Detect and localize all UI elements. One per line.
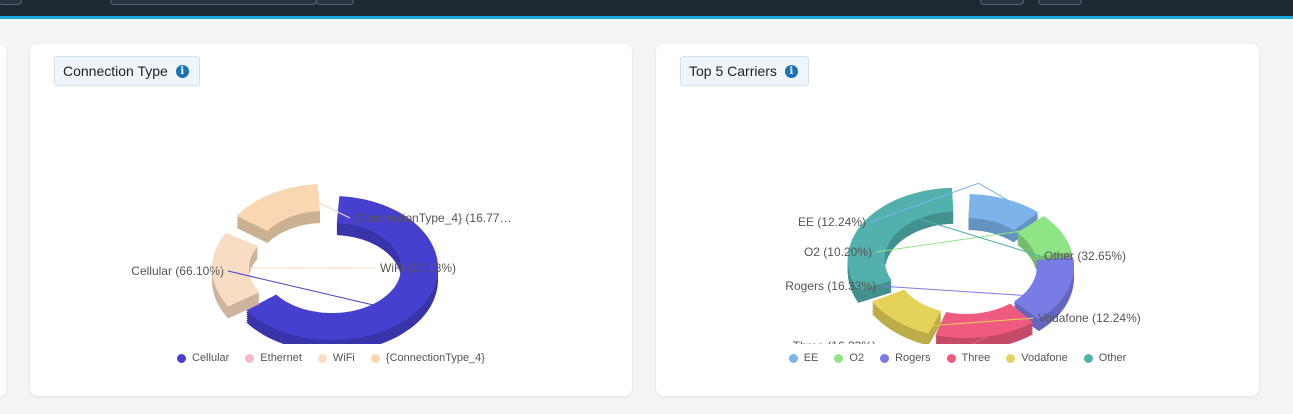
toolbar-dropdown-button[interactable] [316,0,354,5]
legend-item-rogers[interactable]: Rogers [880,352,931,364]
legend-marker [245,353,255,363]
legend-marker [1006,353,1016,363]
legend-label: Cellular [192,352,230,364]
legend-marker [1083,353,1093,363]
left-panel-edge [0,44,6,396]
data-label-cellular: Cellular (66.10%) [131,264,224,278]
toolbar-button[interactable] [980,0,1024,5]
data-label-wifi: WiFi (17.13%) [380,261,456,275]
toolbar-accent-line [0,16,1293,19]
legend-marker [946,353,956,363]
data-label-other: Other (32.65%) [1044,249,1126,263]
top-toolbar [0,0,1293,19]
legend-item-vodafone[interactable]: Vodafone [1006,352,1068,364]
legend-marker [834,353,844,363]
legend-label: Ethernet [260,352,302,364]
legend-marker [317,353,327,363]
data-label-connectiontype-4: {ConnectionType_4} (16.77… [354,211,511,225]
toolbar-search-field[interactable] [110,0,317,5]
data-label-vodafone: Vodafone (12.24%) [1038,311,1141,325]
data-label-three: Three (16.33%) [793,339,876,344]
top-carriers-panel: Top 5 Carriers i EE (12.24%) O2 (10.20%) R… [656,44,1259,396]
legend-label: Three [961,352,991,364]
data-label-o2: O2 (10.20%) [804,245,872,259]
toolbar-button[interactable] [0,0,22,5]
top-carriers-chart: EE (12.24%) O2 (10.20%) Rogers (16.33%) Thr… [785,182,1141,344]
chart-legend: Cellular Ethernet WiFi {ConnectionType_4} [30,352,632,364]
legend-item-other[interactable]: Other [1083,352,1127,364]
toolbar-button[interactable] [1038,0,1082,5]
legend-item-o2[interactable]: O2 [834,352,864,364]
connection-type-chart: Cellular (66.10%) WiFi (17.13%) {Connectio… [131,184,511,344]
legend-item-wifi[interactable]: WiFi [317,352,355,364]
legend-label: O2 [849,352,865,364]
legend-marker [177,353,186,363]
legend-label: EE [803,352,819,364]
data-label-rogers: Rogers (16.33%) [785,279,876,293]
slice-vodafone[interactable] [872,289,942,344]
legend-item-ee[interactable]: EE [788,352,819,364]
legend-label: {ConnectionType_4} [385,352,485,364]
data-label-ee: EE (12.24%) [798,215,866,229]
legend-marker [370,353,380,363]
legend-item-cellular[interactable]: Cellular [177,352,229,364]
legend-item-connectiontype-4[interactable]: {ConnectionType_4} [370,352,485,364]
connection-type-panel: Connection Type i Cellular (66.10%) WiFi … [30,44,632,396]
legend-label: WiFi [332,352,355,364]
legend-marker [788,353,798,363]
legend-label: Rogers [895,352,931,364]
chart-legend: EE O2 Rogers Three Vodafone Other [656,352,1259,364]
legend-label: Vodafone [1021,352,1068,364]
legend-item-ethernet[interactable]: Ethernet [245,352,302,364]
legend-label: Other [1098,352,1127,364]
legend-item-three[interactable]: Three [946,352,991,364]
slice-connectiontype-4[interactable] [236,184,321,243]
legend-marker [880,353,890,363]
